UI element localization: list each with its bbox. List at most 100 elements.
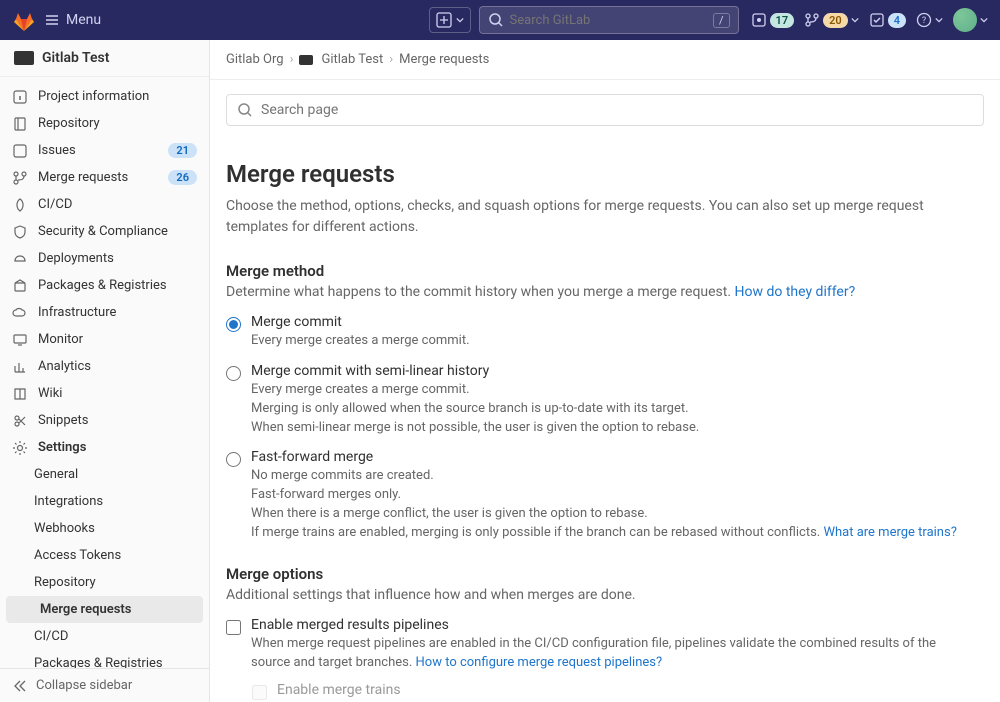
page-desc: Choose the method, options, checks, and …	[226, 196, 946, 238]
sidebar-sub-packages[interactable]: Packages & Registries	[0, 650, 209, 668]
page-search[interactable]	[226, 94, 984, 126]
sidebar-sub-merge-requests[interactable]: Merge requests	[6, 596, 203, 623]
radio-help: No merge commits are created. Fast-forwa…	[251, 467, 984, 542]
mr-count-badge: 20	[823, 13, 848, 28]
nav-todos[interactable]: 4	[869, 12, 906, 28]
merge-method-desc: Determine what happens to the commit his…	[226, 284, 984, 300]
svg-text:?: ?	[922, 16, 926, 26]
sidebar: Gitlab Test Project information Reposito…	[0, 40, 210, 702]
sidebar-item-merge-requests[interactable]: Merge requests26	[0, 164, 209, 191]
nav-issues[interactable]: 17	[751, 12, 795, 28]
plus-square-icon	[436, 12, 452, 28]
gitlab-logo-icon[interactable]	[12, 8, 36, 32]
page-search-input[interactable]	[261, 102, 973, 118]
radio-fast-forward-input[interactable]	[226, 452, 241, 467]
sidebar-item-packages[interactable]: Packages & Registries	[0, 272, 209, 299]
sidebar-item-monitor[interactable]: Monitor	[0, 326, 209, 353]
chevron-down-icon	[935, 17, 943, 23]
check-merged-results-input[interactable]	[226, 620, 241, 635]
merge-method-link[interactable]: How do they differ?	[735, 284, 856, 300]
sidebar-sub-repository[interactable]: Repository	[0, 569, 209, 596]
sidebar-item-issues[interactable]: Issues21	[0, 137, 209, 164]
sidebar-item-repository[interactable]: Repository	[0, 110, 209, 137]
radio-merge-commit: Merge commit Every merge creates a merge…	[226, 314, 984, 351]
radio-semi-linear: Merge commit with semi-linear history Ev…	[226, 363, 984, 438]
shield-icon	[12, 224, 28, 240]
new-button[interactable]	[429, 7, 471, 33]
breadcrumb-project[interactable]: Gitlab Test	[321, 52, 383, 67]
radio-label: Merge commit	[251, 314, 984, 330]
merge-trains-link[interactable]: What are merge trains?	[823, 525, 956, 540]
search-icon	[488, 12, 504, 28]
global-search[interactable]: /	[479, 6, 739, 34]
topbar: Menu / 17 20 4 ?	[0, 0, 1000, 40]
mr-pipelines-link[interactable]: How to configure merge request pipelines…	[416, 655, 663, 670]
radio-help: Every merge creates a merge commit.	[251, 332, 984, 351]
sidebar-item-settings[interactable]: Settings	[0, 434, 209, 461]
nav-merge-requests[interactable]: 20	[804, 12, 859, 28]
todos-count-badge: 4	[888, 13, 906, 28]
cloud-icon	[12, 305, 28, 321]
project-header[interactable]: Gitlab Test	[0, 40, 209, 77]
info-icon	[12, 89, 28, 105]
project-avatar-icon	[14, 51, 34, 65]
sidebar-item-project-info[interactable]: Project information	[0, 83, 209, 110]
repo-icon	[12, 116, 28, 132]
rocket-icon	[12, 197, 28, 213]
radio-merge-commit-input[interactable]	[226, 317, 241, 332]
check-help: When merge request pipelines are enabled…	[251, 635, 951, 673]
menu-label: Menu	[66, 12, 101, 28]
chart-icon	[12, 359, 28, 375]
sidebar-sub-integrations[interactable]: Integrations	[0, 488, 209, 515]
merge-icon	[804, 12, 820, 28]
issues-icon	[751, 12, 767, 28]
gear-icon	[12, 440, 28, 456]
check-merge-trains-input	[252, 685, 267, 700]
sidebar-sub-cicd[interactable]: CI/CD	[0, 623, 209, 650]
user-avatar-icon	[953, 8, 977, 32]
book-icon	[12, 386, 28, 402]
merge-options-desc: Additional settings that influence how a…	[226, 587, 984, 603]
sidebar-item-cicd[interactable]: CI/CD	[0, 191, 209, 218]
check-label: Enable merged results pipelines	[251, 617, 984, 633]
breadcrumb-sep: ›	[290, 52, 294, 67]
sidebar-item-analytics[interactable]: Analytics	[0, 353, 209, 380]
sidebar-item-wiki[interactable]: Wiki	[0, 380, 209, 407]
project-mini-icon	[299, 55, 313, 65]
chevron-double-left-icon	[12, 678, 28, 694]
breadcrumb: Gitlab Org › Gitlab Test › Merge request…	[210, 40, 1000, 80]
issues-pill: 21	[168, 143, 197, 158]
sidebar-item-snippets[interactable]: Snippets	[0, 407, 209, 434]
radio-label: Fast-forward merge	[251, 449, 984, 465]
todos-icon	[869, 12, 885, 28]
monitor-icon	[12, 332, 28, 348]
search-icon	[237, 102, 253, 118]
sidebar-sub-access-tokens[interactable]: Access Tokens	[0, 542, 209, 569]
help-icon: ?	[916, 12, 932, 28]
project-name: Gitlab Test	[42, 50, 109, 66]
sidebar-sub-webhooks[interactable]: Webhooks	[0, 515, 209, 542]
mr-pill: 26	[168, 170, 197, 185]
check-merged-results: Enable merged results pipelines When mer…	[226, 617, 984, 673]
sidebar-item-security[interactable]: Security & Compliance	[0, 218, 209, 245]
radio-semi-linear-input[interactable]	[226, 366, 241, 381]
check-merge-trains: Enable merge trains Merge requests appro…	[252, 682, 984, 702]
radio-label: Merge commit with semi-linear history	[251, 363, 984, 379]
breadcrumb-sep: ›	[389, 52, 393, 67]
nav-user[interactable]	[953, 8, 988, 32]
merge-method-heading: Merge method	[226, 262, 984, 280]
chevron-down-icon	[456, 17, 464, 23]
deploy-icon	[12, 251, 28, 267]
chevron-down-icon	[980, 17, 988, 23]
breadcrumb-org[interactable]: Gitlab Org	[226, 52, 284, 67]
sidebar-sub-general[interactable]: General	[0, 461, 209, 488]
slash-shortcut: /	[713, 13, 730, 28]
merge-options-heading: Merge options	[226, 565, 984, 583]
nav-help[interactable]: ?	[916, 12, 943, 28]
sidebar-item-infrastructure[interactable]: Infrastructure	[0, 299, 209, 326]
sidebar-item-deployments[interactable]: Deployments	[0, 245, 209, 272]
global-search-input[interactable]	[510, 13, 713, 28]
breadcrumb-current: Merge requests	[399, 52, 489, 67]
menu-button[interactable]: Menu	[44, 12, 101, 28]
collapse-sidebar-button[interactable]: Collapse sidebar	[0, 668, 209, 702]
